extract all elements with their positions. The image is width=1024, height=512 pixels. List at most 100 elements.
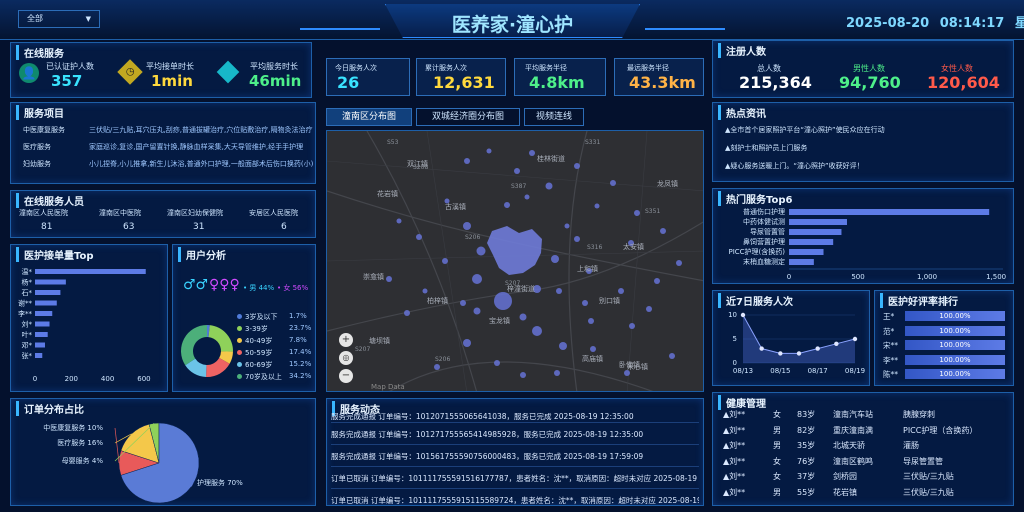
- online-panel: 在线服务 👤 已认证护人数 357 ◷ 平均接单时长 1min 平均服务时长 4…: [10, 42, 312, 98]
- male-value: 94,760: [839, 73, 901, 92]
- rating-name: 李**: [883, 355, 898, 365]
- age-legend-label: 3-39岁: [245, 325, 268, 333]
- age-legend-label: 3岁及以下: [245, 313, 278, 321]
- health-cell: ▲刘**: [723, 425, 746, 435]
- map-area[interactable]: 双江镇 花岩镇 桂林街道 古溪镇 龙凤镇 崇龛镇 塘坝镇 上和镇 梓潼街道 宝龙镇 柏梓镇 别口镇 卧佛…: [326, 130, 704, 392]
- age-legend-item: 60-69岁 15.2%: [237, 359, 315, 371]
- map-place-label: 别口镇: [599, 296, 620, 305]
- top6-label: 鼻饲营置护理: [743, 237, 785, 246]
- service-location-dot: [594, 203, 600, 209]
- order-pie-label: 母婴服务 4%: [62, 456, 104, 465]
- service-location-dot: [545, 182, 553, 190]
- region-select[interactable]: 全部 ▼: [18, 10, 100, 28]
- service-location-dot: [574, 163, 580, 169]
- top6-label: 导尿管置管: [750, 227, 785, 236]
- project-desc-0: 三伏贴/三九贴,耳穴压丸,刮痧,普通拔罐治疗,穴位贴敷治疗,隔物灸法治疗,足部按…: [89, 126, 313, 134]
- legend-dot-icon: [237, 374, 242, 379]
- stat-label-2: 平均服务半径: [525, 64, 567, 72]
- orders-pie: 中医康复服务 10% 医疗服务 16% 母婴服务 4% 护理服务 70%: [43, 422, 243, 504]
- nurse-bar: [35, 279, 66, 285]
- service-location-dot: [494, 292, 512, 310]
- age-donut-slice: [181, 325, 207, 366]
- service-location-dot: [472, 274, 482, 284]
- rating-bar: 100.00%: [905, 369, 1005, 379]
- nurse-tick-label: 600: [137, 375, 150, 383]
- news-title: 热点资讯: [718, 105, 766, 120]
- news-item[interactable]: ▲疑心服务送暖上门。“潼心照护”收获好评！: [725, 161, 864, 171]
- age-legend-pct: 17.4%: [289, 348, 312, 356]
- age-legend-pct: 1.7%: [289, 312, 307, 320]
- nurse-bar: [35, 321, 50, 327]
- register-panel: 注册人数 总人数 215,364 男性人数 94,760 女性人数 120,60…: [712, 40, 1014, 98]
- project-desc-1: 家庭巡诊,复诊,国产留置针换,静脉血样采集,大天导管维护,经手手护理: [89, 143, 304, 151]
- health-cell: ▲刘**: [723, 487, 746, 497]
- rating-panel: 医护好评率排行 王* 100.00% 范* 100.00% 宋** 100.00% 李** 1…: [874, 290, 1014, 386]
- top6-bar: [789, 219, 847, 225]
- nurse-name-label: 李**: [18, 309, 32, 318]
- tab-economic-circle-map[interactable]: 双城经济圈分布图: [416, 108, 520, 126]
- age-legend-item: 3岁及以下 1.7%: [237, 311, 315, 323]
- service-location-dot: [434, 364, 440, 370]
- nurse-bar: [35, 332, 48, 337]
- week-panel: 近7日服务人次 10 5 0 08/13 08/15 08/17 08/19: [712, 290, 870, 386]
- age-donut: [181, 325, 233, 377]
- health-cell: 重庆潼南满: [833, 425, 873, 435]
- health-cell: 潼南汽车站: [833, 410, 873, 419]
- rating-name: 范*: [883, 326, 895, 336]
- female-value: 120,604: [927, 73, 1000, 92]
- map-place-label: 龙凤镇: [657, 179, 678, 188]
- top6-panel: 热门服务Top6 普通伤口护理 中药体健试测 导尿管置管 鼻饲营置护理 PICC护理(含…: [712, 188, 1014, 284]
- service-location-dot: [519, 313, 527, 321]
- chevron-down-icon: ▼: [85, 15, 91, 23]
- health-cell: 女: [773, 472, 781, 481]
- tab-district-map[interactable]: 潼南区分布图: [326, 108, 412, 126]
- map-svg: 双江镇花岩镇桂林街道古溪镇龙凤镇崇龛镇塘坝镇上和镇梓潼街道宝龙镇柏梓镇 别口镇卧佛…: [327, 131, 703, 391]
- top6-label: PICC护理(含换药): [728, 247, 785, 256]
- map-place-label: 米心镇: [627, 362, 648, 371]
- health-cell: 潼南区鹤鸣: [833, 456, 873, 466]
- rating-value: 100.00%: [939, 341, 971, 349]
- map-place-label: 花岩镇: [377, 189, 398, 198]
- news-item[interactable]: ▲全市首个居家照护平台“潼心照护”使民众应在行动: [725, 125, 885, 135]
- nurse-bar: [35, 311, 53, 316]
- week-y-tick: 10: [728, 311, 737, 319]
- age-legend-label: 50-59岁: [245, 349, 273, 357]
- rating-value: 100.00%: [939, 312, 971, 320]
- rating-name: 宋**: [883, 341, 898, 350]
- age-donut-slice: [208, 325, 233, 352]
- staff-count-2: 31: [193, 222, 205, 232]
- zoom-in-button[interactable]: +: [339, 333, 353, 347]
- service-location-dot: [486, 148, 492, 154]
- rating-name: 陈**: [883, 370, 898, 379]
- service-location-dot: [590, 346, 596, 352]
- service-location-dot: [551, 255, 559, 263]
- map-place-label: 太安镇: [623, 242, 644, 251]
- map-place-label: 柏梓镇: [427, 296, 448, 305]
- map-road-label: S316: [587, 244, 602, 251]
- health-cell: 男: [773, 425, 781, 435]
- week-title: 近7日服务人次: [718, 293, 793, 308]
- rating-bar: 100.00%: [905, 354, 1005, 365]
- staff-title: 在线服务人员: [16, 193, 84, 208]
- diamond-icon: [216, 60, 240, 84]
- tab-video-link[interactable]: 视频连线: [524, 108, 584, 126]
- order-pie-label: 医疗服务 16%: [57, 438, 103, 447]
- health-cell: 82岁: [797, 425, 816, 435]
- service-location-dot: [396, 218, 402, 224]
- user-panel: 用户分析 ♂♂ ♀♀♀ • 男 44% • 女 56% 3岁及以下 1.7% 3-3…: [172, 244, 316, 392]
- female-figure-icon: ♀♀♀: [209, 277, 240, 293]
- compass-icon[interactable]: ◎: [339, 351, 353, 365]
- dynamic-row: 订单已取消 订单编号：1011117555915161777​87，患者姓名：沈…: [331, 469, 699, 489]
- health-cell: 胰腺穿刺: [903, 410, 935, 419]
- news-item[interactable]: ▲刻护士和照护员上门服务: [725, 143, 807, 153]
- online-value-1: 1min: [151, 72, 193, 90]
- nurse-name-label: 刘*: [22, 320, 33, 329]
- map-attribution: Map Data: [371, 383, 405, 391]
- zoom-out-button[interactable]: −: [339, 369, 353, 383]
- map-road-label: S351: [645, 208, 660, 215]
- map-place-label: 上和镇: [577, 264, 598, 273]
- service-location-dot: [556, 288, 562, 294]
- age-legend-pct: 15.2%: [289, 360, 312, 368]
- week-x-tick: 08/15: [770, 367, 790, 375]
- top6-bar: [789, 259, 814, 265]
